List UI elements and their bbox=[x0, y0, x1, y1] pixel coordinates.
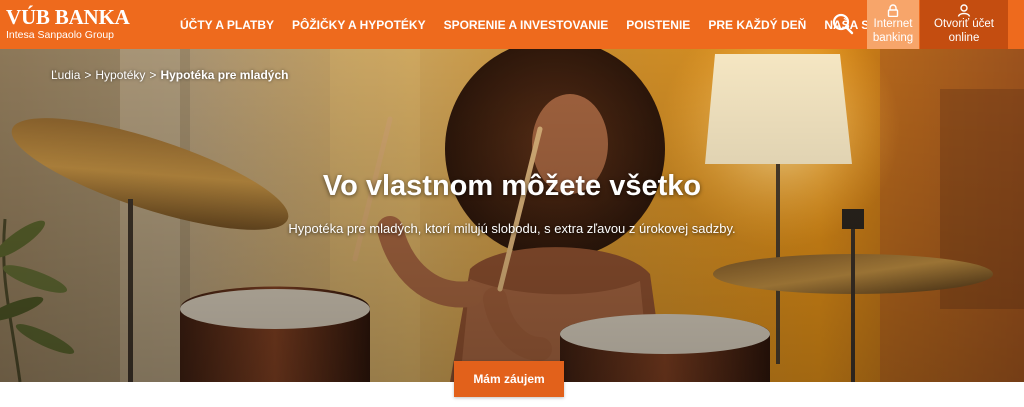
nav-item-ucty-a-platby[interactable]: ÚČTY A PLATBY bbox=[180, 18, 274, 32]
breadcrumb-current-page: Hypotéka pre mladých bbox=[160, 68, 289, 82]
open-account-label-line2: online bbox=[948, 32, 980, 44]
search-icon bbox=[832, 13, 854, 35]
user-icon bbox=[957, 4, 971, 17]
logo-tagline: Intesa Sanpaolo Group bbox=[6, 29, 114, 41]
internet-banking-label-line2: banking bbox=[872, 32, 914, 44]
open-account-button[interactable]: Otvoriť účet online bbox=[920, 0, 1008, 49]
breadcrumb-item-ludia[interactable]: Ľudia bbox=[51, 68, 80, 82]
open-account-label-line1: Otvoriť účet bbox=[934, 18, 994, 30]
nav-item-poistenie[interactable]: POISTENIE bbox=[626, 18, 690, 32]
mam-zaujem-button[interactable]: Mám záujem bbox=[454, 361, 564, 397]
top-navigation-bar: VÚB BANKA Intesa Sanpaolo Group ÚČTY A P… bbox=[0, 0, 1024, 49]
breadcrumb-separator: > bbox=[84, 68, 92, 82]
breadcrumb: Ľudia > Hypotéky > Hypotéka pre mladých bbox=[51, 68, 288, 82]
vub-logo[interactable]: VÚB BANKA Intesa Sanpaolo Group bbox=[6, 5, 130, 42]
lock-icon bbox=[887, 4, 899, 17]
main-navigation: ÚČTY A PLATBY PÔŽIČKY A HYPOTÉKY SPORENI… bbox=[180, 0, 933, 49]
logo-name: VÚB BANKA bbox=[6, 5, 130, 29]
nav-item-sporenie-a-investovanie[interactable]: SPORENIE A INVESTOVANIE bbox=[444, 18, 609, 32]
hero-title: Vo vlastnom môžete všetko bbox=[322, 170, 702, 202]
internet-banking-button[interactable]: Internet banking bbox=[867, 0, 919, 49]
hero-background-image bbox=[0, 49, 1024, 382]
search-button[interactable] bbox=[824, 6, 862, 42]
hero-banner: Ľudia > Hypotéky > Hypotéka pre mladých Vo v… bbox=[0, 49, 1024, 382]
nav-item-pre-kazdy-den[interactable]: PRE KAŽDÝ DEŇ bbox=[708, 18, 806, 32]
nav-item-pozicky-a-hypoteky[interactable]: PÔŽIČKY A HYPOTÉKY bbox=[292, 18, 426, 32]
hero-subtitle: Hypotéka pre mladých, ktorí milujú slobo… bbox=[288, 221, 736, 236]
internet-banking-label-line1: Internet bbox=[873, 18, 913, 30]
breadcrumb-separator: > bbox=[149, 68, 157, 82]
breadcrumb-item-hypoteky[interactable]: Hypotéky bbox=[95, 68, 145, 82]
